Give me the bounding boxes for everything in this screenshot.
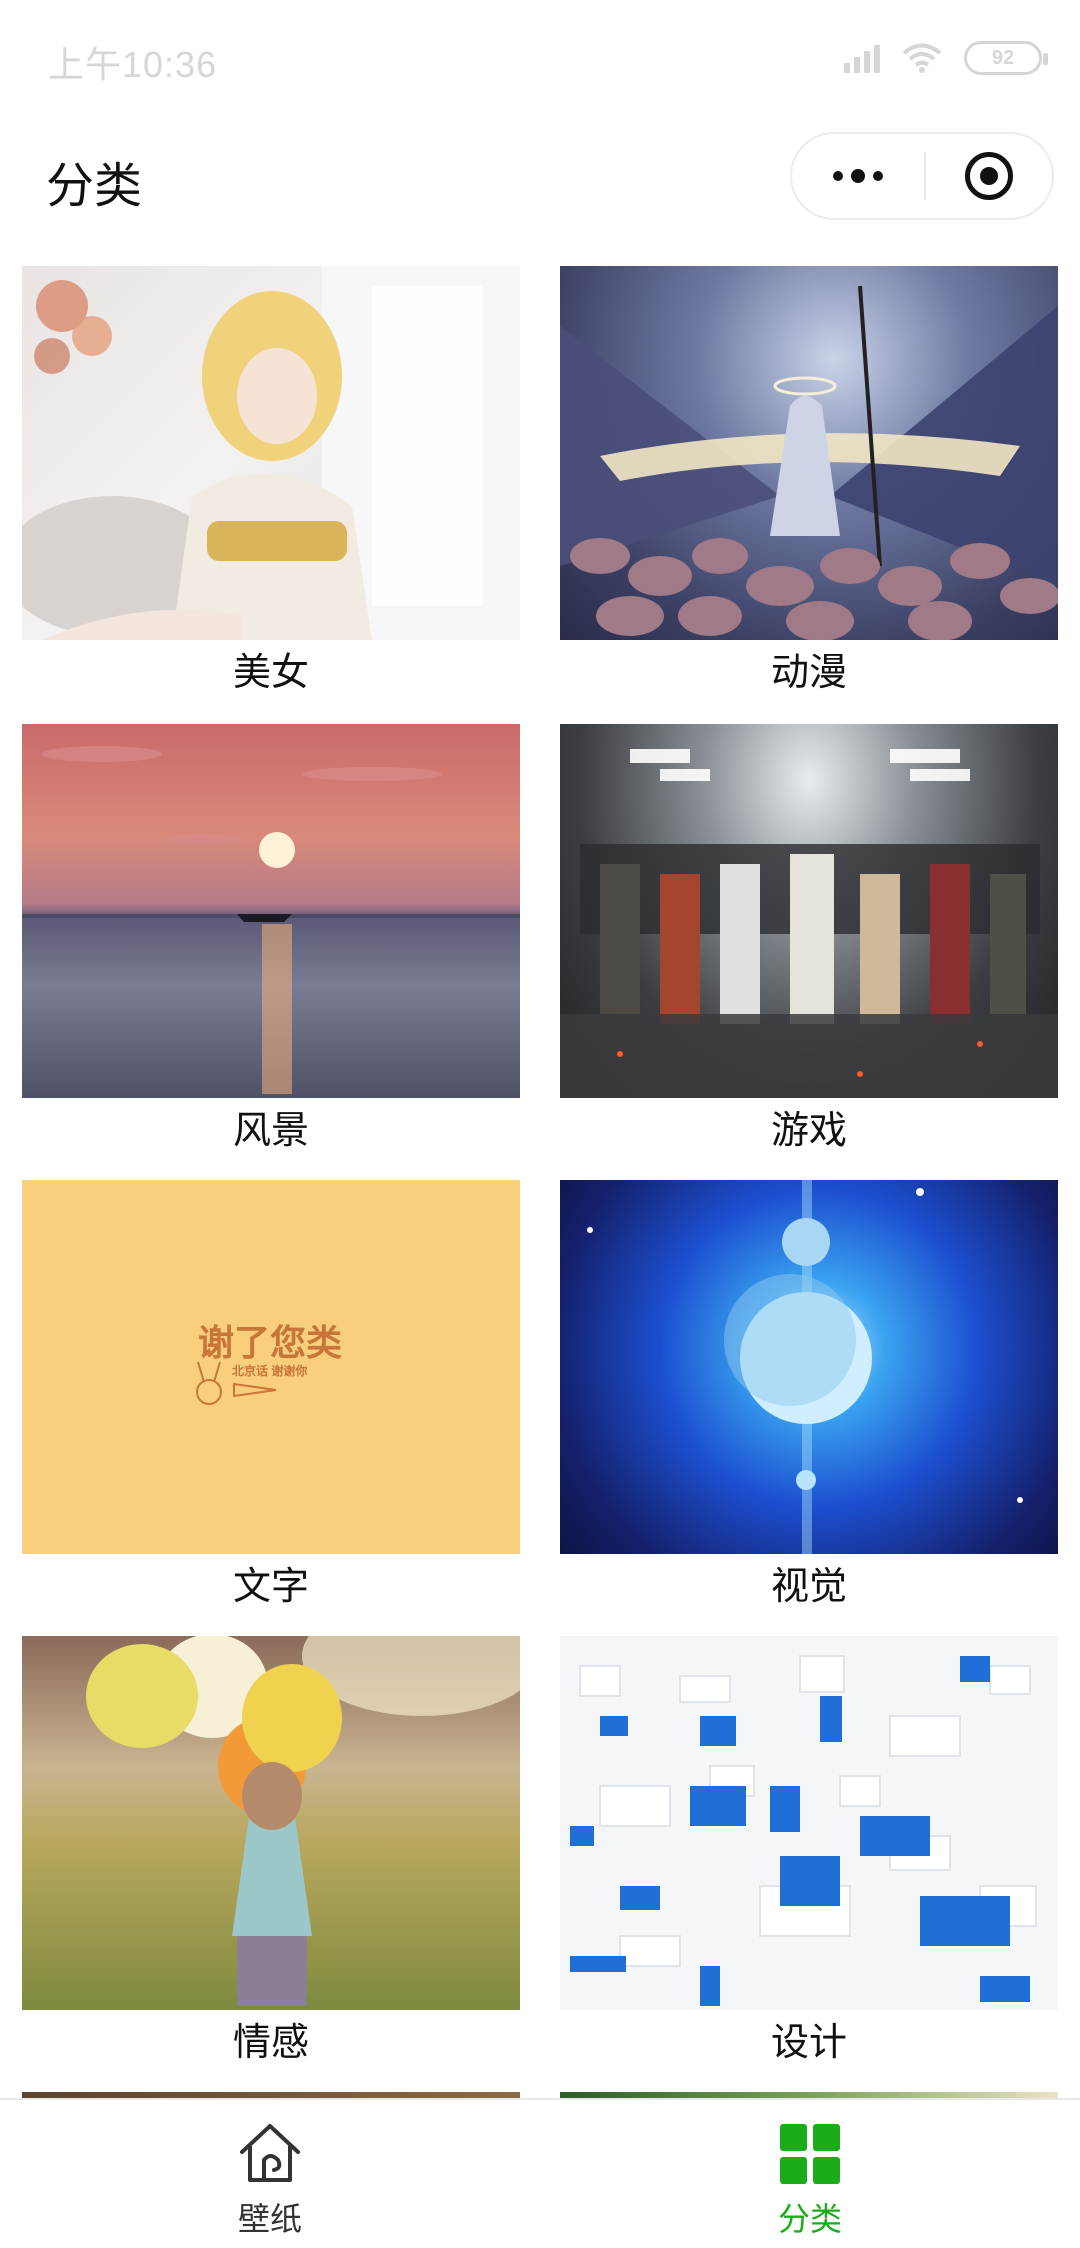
pennant-icon [233,1382,277,1398]
category-card[interactable]: 动漫 [560,266,1058,706]
mini-program-capsule [790,132,1054,220]
battery-level: 92 [991,46,1015,69]
status-icons: 92 [844,38,1048,78]
category-image [560,1636,1058,2010]
signal-icon [844,43,880,73]
status-bar: 上午10:36 92 [0,0,1080,120]
tab-category[interactable]: 分类 [540,2100,1080,2248]
category-card[interactable]: 游戏 [560,724,1058,1164]
tab-category-label: 分类 [777,2201,842,2237]
target-icon [965,152,1013,200]
category-label: 美女 [232,652,309,694]
tab-wallpaper[interactable]: 壁纸 [0,2100,540,2248]
category-card[interactable]: 风景 [22,724,520,1164]
category-image [22,266,520,640]
category-card[interactable]: 设计 [560,1636,1058,2076]
category-image [560,724,1058,1098]
category-image [560,1180,1058,1554]
grid-icon [780,2124,840,2184]
category-card[interactable]: 情感 [22,1636,520,2076]
category-image [560,266,1058,640]
category-label: 风景 [232,1110,309,1152]
category-label: 设计 [770,2022,847,2064]
rabbit-icon [196,1361,222,1405]
home-icon [240,2124,300,2182]
category-label: 动漫 [770,652,847,694]
more-dots-icon [833,171,843,181]
more-button[interactable] [792,134,924,218]
category-label: 文字 [232,1566,309,1608]
tab-wallpaper-label: 壁纸 [237,2201,302,2237]
category-image [22,724,520,1098]
status-time: 上午10:36 [48,44,218,85]
category-card[interactable]: 谢了您类 北京话 谢谢你 文字 [22,1180,520,1620]
battery-icon: 92 [964,41,1048,75]
image-title-text: 谢了您类 [198,1322,343,1363]
category-card[interactable]: 视觉 [560,1180,1058,1620]
category-label: 情感 [232,2022,309,2064]
tab-bar: 壁纸 分类 [0,2098,1080,2248]
category-image [22,1636,520,2010]
category-card[interactable]: 美女 [22,266,520,706]
wifi-icon [902,43,942,73]
category-image: 谢了您类 北京话 谢谢你 [22,1180,520,1554]
close-button[interactable] [926,134,1052,218]
page-title: 分类 [46,160,143,213]
category-label: 游戏 [770,1110,847,1152]
category-label: 视觉 [770,1566,847,1608]
image-subtitle-text: 北京话 谢谢你 [232,1364,308,1378]
nav-bar: 分类 [0,128,1080,228]
